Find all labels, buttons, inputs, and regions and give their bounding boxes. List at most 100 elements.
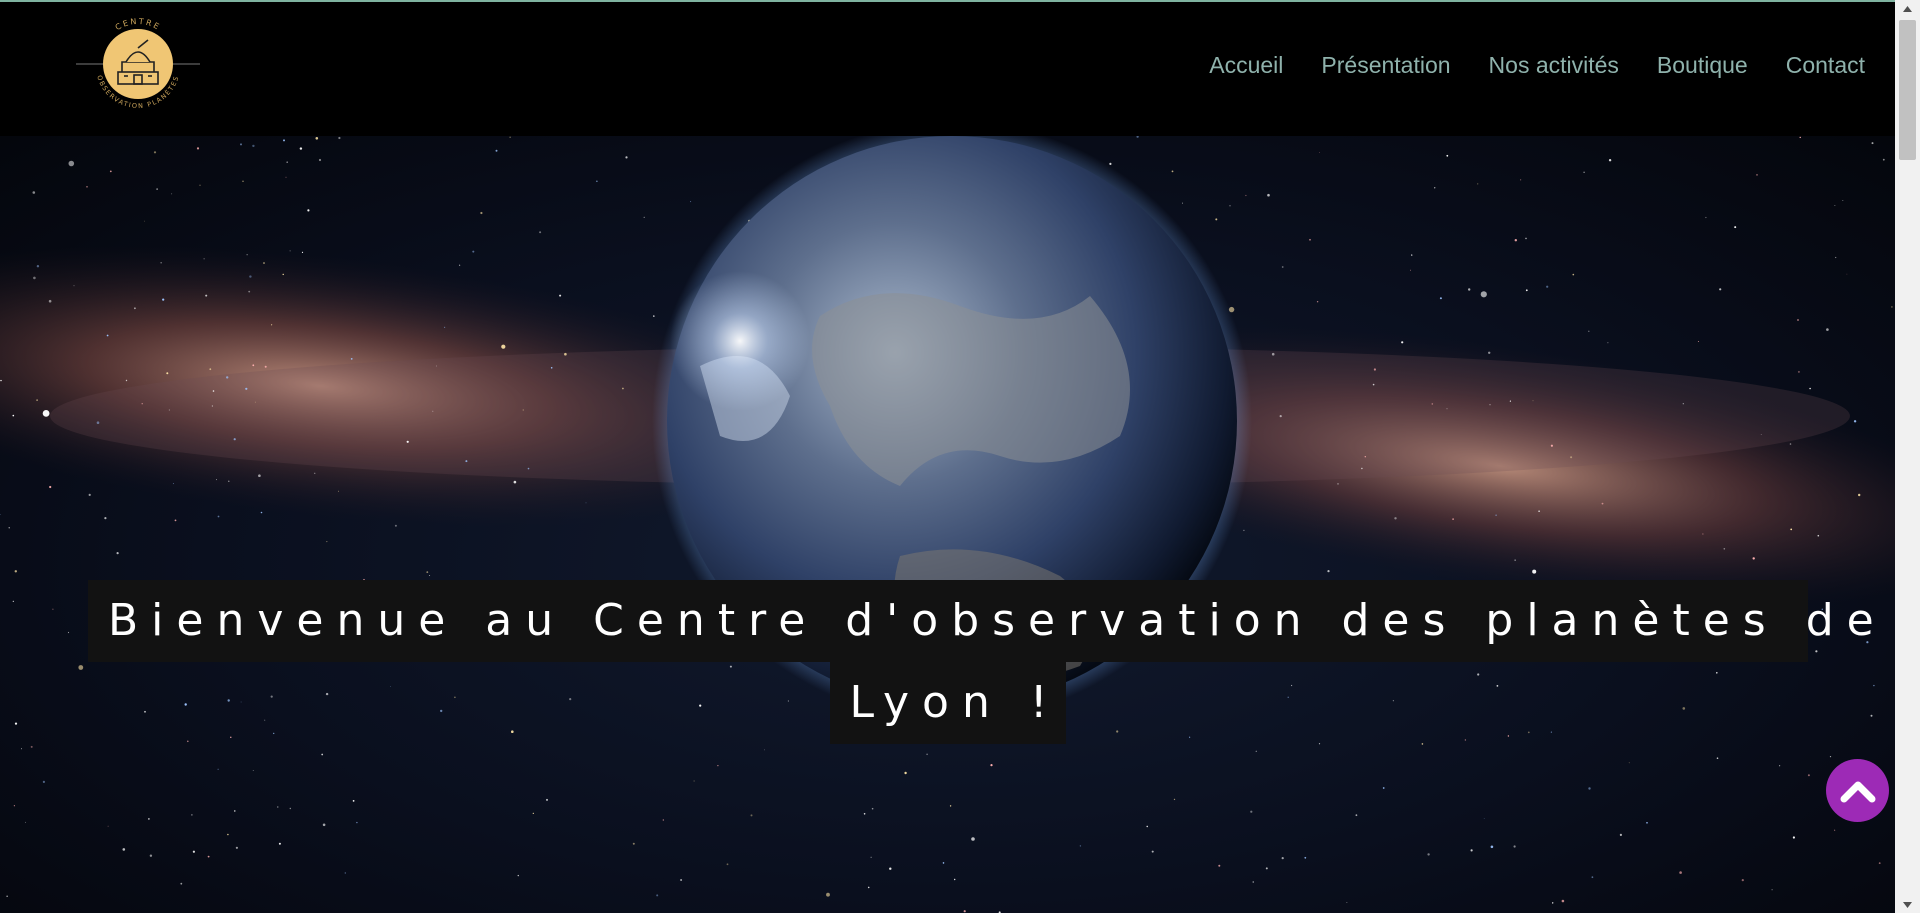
scrollbar-thumb[interactable] (1899, 20, 1916, 160)
star (1281, 266, 1284, 268)
star (21, 748, 22, 750)
star (1846, 273, 1848, 275)
star (1834, 829, 1836, 831)
star (1719, 288, 1722, 291)
star (1546, 285, 1549, 288)
star (1835, 256, 1837, 259)
scroll-down-button[interactable] (1895, 896, 1920, 913)
star (0, 379, 2, 382)
site-logo[interactable]: CENTRE OBSERVATION PLANÈTES (74, 10, 202, 118)
star (1608, 159, 1612, 162)
nav-accueil[interactable]: Accueil (1209, 52, 1283, 79)
nav-boutique[interactable]: Boutique (1657, 52, 1748, 79)
star (1265, 867, 1268, 870)
star (322, 823, 326, 827)
star (871, 807, 874, 810)
star (465, 460, 468, 463)
star (301, 251, 304, 253)
star (1171, 170, 1174, 173)
nav-nos-activites[interactable]: Nos activités (1489, 52, 1619, 79)
star (1561, 899, 1565, 903)
star (245, 387, 248, 390)
star (1682, 403, 1684, 405)
star (1446, 408, 1448, 410)
star (258, 474, 261, 478)
star (1319, 152, 1320, 153)
star (1871, 142, 1874, 145)
star (36, 399, 38, 401)
star (1401, 341, 1404, 344)
nav-presentation[interactable]: Présentation (1321, 52, 1450, 79)
star (356, 821, 358, 824)
hero-title: Bienvenue au Centre d'observation des pl… (67, 580, 1874, 744)
star (1079, 845, 1082, 847)
star (0, 514, 1, 515)
star (559, 294, 562, 297)
star (352, 800, 355, 802)
star (954, 878, 956, 881)
star (1304, 856, 1307, 859)
star (1182, 202, 1183, 204)
star (1797, 319, 1799, 321)
star (107, 825, 109, 827)
star (141, 403, 143, 405)
star (1245, 194, 1247, 197)
star (1525, 237, 1527, 240)
star (192, 850, 195, 853)
star (1829, 756, 1832, 758)
star (344, 872, 346, 874)
star (1588, 330, 1590, 332)
star (867, 886, 870, 889)
star (144, 220, 145, 222)
star (764, 749, 765, 751)
star (160, 262, 162, 264)
star (125, 379, 128, 382)
triangle-down-icon (1903, 901, 1912, 908)
star (203, 258, 205, 260)
star (153, 151, 157, 154)
star (1490, 845, 1494, 849)
star (949, 805, 952, 807)
star (522, 409, 524, 411)
star (1853, 420, 1857, 423)
star (1697, 341, 1699, 342)
star (1470, 849, 1473, 852)
star (1588, 787, 1591, 790)
star (278, 842, 281, 845)
star (1756, 174, 1758, 176)
star (49, 485, 52, 489)
nav-contact[interactable]: Contact (1786, 52, 1865, 79)
star (42, 780, 46, 784)
back-to-top-button[interactable] (1826, 759, 1889, 822)
chevron-up-icon (1840, 781, 1875, 802)
star (156, 188, 158, 190)
star (285, 176, 287, 178)
star (1771, 889, 1773, 891)
hero-title-line-1: Bienvenue au Centre d'observation des pl… (88, 580, 1874, 662)
star (480, 211, 483, 215)
star (1799, 136, 1801, 139)
star (180, 882, 183, 885)
star (1789, 443, 1792, 445)
vertical-scrollbar[interactable] (1895, 0, 1920, 913)
star (1619, 833, 1622, 837)
star (33, 276, 36, 280)
star (1394, 517, 1397, 520)
star (277, 806, 279, 808)
star (432, 410, 434, 412)
star (1488, 351, 1491, 354)
star (350, 358, 353, 360)
star (264, 365, 267, 368)
star (1279, 415, 1282, 418)
star (249, 275, 252, 278)
star (1309, 238, 1311, 241)
star (532, 812, 534, 815)
star (513, 480, 517, 484)
scroll-up-button[interactable] (1895, 0, 1920, 17)
star (826, 892, 830, 897)
star (1628, 762, 1630, 764)
star (217, 515, 220, 518)
star (1151, 850, 1154, 853)
star (1243, 529, 1245, 532)
star (444, 326, 446, 328)
